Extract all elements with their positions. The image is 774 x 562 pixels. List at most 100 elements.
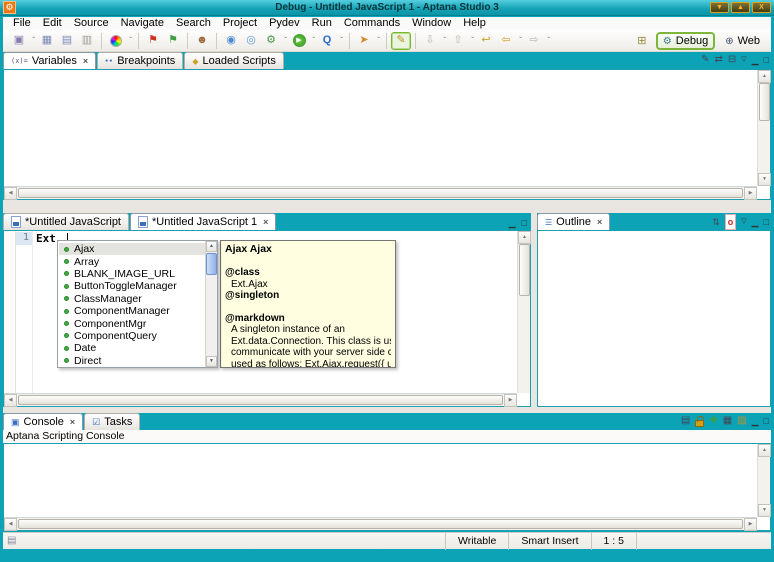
autocomplete-scrollbar[interactable]: ▲ ▼: [205, 241, 217, 367]
profile-button[interactable]: Q: [317, 32, 337, 50]
maximize-view-icon[interactable]: □: [764, 414, 769, 428]
minimize-view-icon[interactable]: ▁: [752, 215, 759, 229]
debug-attach-button[interactable]: ◎: [241, 32, 261, 50]
close-icon[interactable]: ×: [83, 56, 88, 66]
completion-item[interactable]: Date: [59, 342, 205, 354]
scroll-left-button[interactable]: ◀: [4, 394, 17, 407]
menu-help[interactable]: Help: [457, 17, 492, 30]
maximize-view-icon[interactable]: □: [764, 53, 769, 67]
scrollbar-thumb[interactable]: [206, 253, 217, 275]
maximize-view-icon[interactable]: □: [764, 215, 769, 229]
completion-item[interactable]: ComponentQuery: [59, 330, 205, 342]
tab-outline[interactable]: ☰ Outline ×: [537, 213, 610, 230]
color-wheel-button[interactable]: [106, 32, 126, 50]
tab-untitled-javascript-1[interactable]: *Untitled JavaScript 1 ×: [130, 213, 276, 230]
perspective-debug[interactable]: ⚙ Debug: [656, 32, 715, 50]
maximize-button[interactable]: ▲: [731, 2, 750, 13]
menu-file[interactable]: File: [7, 17, 37, 30]
console-output[interactable]: ▲ ▼ ◀ ▶: [3, 443, 771, 531]
scroll-right-button[interactable]: ▶: [744, 518, 757, 531]
display-console-icon[interactable]: ▦: [723, 414, 732, 428]
maximize-editor-icon[interactable]: □: [522, 216, 527, 230]
completion-item[interactable]: Ajax: [59, 243, 205, 255]
scrollbar-thumb[interactable]: [519, 244, 530, 296]
scroll-right-button[interactable]: ▶: [504, 394, 517, 407]
completion-item[interactable]: ComponentManager: [59, 305, 205, 317]
editor-vscrollbar[interactable]: ▲: [517, 231, 530, 393]
tab-console[interactable]: ▣ Console ×: [3, 413, 83, 430]
close-icon[interactable]: ×: [263, 217, 268, 227]
forward-button[interactable]: ⇨: [524, 32, 544, 50]
external-tools-button[interactable]: ⚙: [261, 32, 281, 50]
scroll-lock-icon[interactable]: [695, 420, 704, 427]
menu-search[interactable]: Search: [170, 17, 217, 30]
scrollbar-thumb[interactable]: [18, 395, 503, 405]
scroll-right-button[interactable]: ▶: [744, 187, 757, 200]
tab-breakpoints[interactable]: ●● Breakpoints: [97, 52, 183, 69]
completion-item[interactable]: ComponentMgr: [59, 317, 205, 329]
console-vscrollbar[interactable]: ▲ ▼: [757, 444, 770, 517]
scrollbar-thumb[interactable]: [18, 188, 743, 198]
add-bookmark-button[interactable]: ⚑: [143, 32, 163, 50]
minimize-editor-icon[interactable]: ▁: [509, 216, 516, 230]
user-account-button[interactable]: ☻: [192, 32, 212, 50]
horizontal-sash[interactable]: [3, 200, 771, 213]
scroll-left-button[interactable]: ◀: [4, 518, 17, 531]
next-bookmark-button[interactable]: ⚑: [163, 32, 183, 50]
completion-item[interactable]: BLANK_IMAGE_URL: [59, 268, 205, 280]
close-icon[interactable]: ×: [70, 417, 75, 427]
variables-hscrollbar[interactable]: ◀ ▶: [4, 186, 757, 199]
completion-item[interactable]: Array: [59, 255, 205, 267]
deploy-button[interactable]: ➤: [354, 32, 374, 50]
outline-content[interactable]: [537, 230, 771, 407]
print-button[interactable]: ▥: [77, 32, 97, 50]
show-logical-structure-icon[interactable]: ⇄: [714, 53, 722, 67]
tab-variables[interactable]: (x)= Variables ×: [3, 52, 96, 69]
menu-pydev[interactable]: Pydev: [263, 17, 306, 30]
next-annotation-button[interactable]: ⇩: [420, 32, 440, 50]
view-menu-icon[interactable]: ▽: [741, 215, 746, 229]
pin-console-icon[interactable]: ✚: [709, 414, 717, 428]
scroll-up-button[interactable]: ▲: [758, 70, 771, 83]
completion-item[interactable]: Direct: [59, 355, 205, 367]
scrollbar-thumb[interactable]: [18, 519, 743, 529]
show-type-names-icon[interactable]: ✎: [701, 53, 709, 67]
menu-edit[interactable]: Edit: [37, 17, 68, 30]
run-web-button[interactable]: ◉: [221, 32, 241, 50]
menu-window[interactable]: Window: [406, 17, 457, 30]
new-wizard-button[interactable]: ▣: [9, 32, 29, 50]
minimize-button[interactable]: ▼: [710, 2, 729, 13]
tab-tasks[interactable]: ☑ Tasks: [84, 413, 140, 430]
format-brush-button[interactable]: ✎: [391, 32, 411, 50]
tab-loaded-scripts[interactable]: ◆ Loaded Scripts: [184, 52, 284, 69]
scroll-up-button[interactable]: ▲: [518, 231, 531, 244]
scroll-down-button[interactable]: ▼: [206, 356, 217, 367]
menu-commands[interactable]: Commands: [338, 17, 406, 30]
last-edit-location-button[interactable]: ↩: [476, 32, 496, 50]
variables-vscrollbar[interactable]: ▲ ▼: [757, 70, 770, 186]
prev-annotation-button[interactable]: ⇧: [448, 32, 468, 50]
save-all-button[interactable]: ▤: [57, 32, 77, 50]
scroll-down-button[interactable]: ▼: [758, 504, 771, 517]
scrollbar-thumb[interactable]: [759, 83, 770, 121]
open-console-icon[interactable]: ▨: [737, 414, 746, 428]
clear-console-icon[interactable]: ▤: [681, 414, 690, 428]
filter-icon[interactable]: o: [725, 214, 737, 230]
menu-source[interactable]: Source: [68, 17, 115, 30]
menu-project[interactable]: Project: [217, 17, 263, 30]
completion-item[interactable]: ClassManager: [59, 293, 205, 305]
collapse-all-icon[interactable]: ⊟: [728, 53, 736, 67]
editor-hscrollbar[interactable]: ◀ ▶: [4, 393, 517, 406]
menu-navigate[interactable]: Navigate: [115, 17, 170, 30]
scroll-up-button[interactable]: ▲: [206, 241, 217, 252]
close-button[interactable]: X: [752, 2, 771, 13]
open-perspective-button[interactable]: ⊞: [632, 32, 652, 50]
scroll-left-button[interactable]: ◀: [4, 187, 17, 200]
trim-icon[interactable]: ▤: [7, 535, 16, 546]
save-button[interactable]: ▦: [37, 32, 57, 50]
back-button[interactable]: ⇦: [496, 32, 516, 50]
completion-item[interactable]: ButtonToggleManager: [59, 280, 205, 292]
run-button[interactable]: ▶: [289, 32, 309, 50]
menu-run[interactable]: Run: [306, 17, 338, 30]
variables-content[interactable]: ▲ ▼ ◀ ▶: [3, 69, 771, 200]
